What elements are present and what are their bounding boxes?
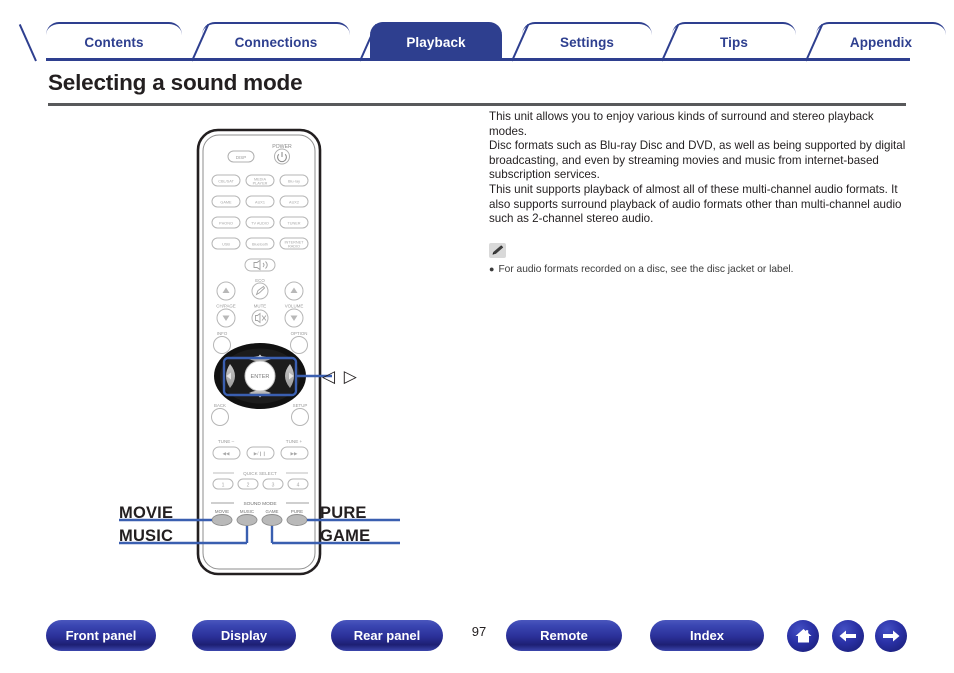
svg-text:Blu-ray: Blu-ray — [288, 180, 300, 184]
svg-text:RADIO: RADIO — [288, 245, 300, 249]
svg-text:CBL/SAT: CBL/SAT — [218, 180, 234, 184]
tab-playback[interactable]: Playback — [370, 22, 530, 62]
svg-text:PLAYER: PLAYER — [253, 182, 268, 186]
svg-text:TUNE –: TUNE – — [218, 439, 235, 444]
footer-button-display[interactable]: Display — [192, 620, 296, 651]
tab-appendix[interactable]: Appendix — [816, 22, 946, 60]
svg-text:TUNER: TUNER — [287, 222, 300, 226]
svg-text:AUX1: AUX1 — [255, 201, 265, 205]
footer-button-front-panel[interactable]: Front panel — [46, 620, 156, 651]
note-text: For audio formats recorded on a disc, se… — [498, 264, 794, 275]
footer-button-index[interactable]: Index — [650, 620, 764, 651]
section-tab-bar: Contents Connections Playback Settings T… — [18, 22, 946, 62]
page-number: 97 — [471, 624, 487, 639]
svg-text:PURE: PURE — [291, 509, 303, 514]
button-label: Remote — [540, 628, 588, 643]
callout-label-music: MUSIC — [119, 527, 174, 545]
svg-text:USB: USB — [222, 243, 230, 247]
body-text-column: This unit allows you to enjoy various ki… — [489, 110, 913, 227]
svg-text:◀◀: ◀◀ — [222, 451, 230, 456]
svg-text:MOVIE: MOVIE — [215, 509, 229, 514]
callout-label-movie: MOVIE — [119, 504, 174, 522]
body-paragraph-3: This unit supports playback of almost al… — [489, 182, 902, 226]
svg-text:AUX2: AUX2 — [289, 201, 299, 205]
svg-text:Bluetooth: Bluetooth — [252, 243, 268, 247]
svg-text:PHONO: PHONO — [219, 222, 233, 226]
tab-label: Playback — [406, 34, 466, 50]
svg-text:MUTE: MUTE — [254, 304, 267, 309]
tab-label: Contents — [84, 34, 144, 50]
svg-text:ENTER: ENTER — [251, 374, 270, 380]
tab-label: Tips — [720, 34, 748, 50]
button-label: Display — [220, 628, 268, 643]
body-paragraph-2: Disc formats such as Blu-ray Disc and DV… — [489, 139, 906, 182]
arrow-left-icon[interactable] — [832, 620, 864, 652]
tab-label: Appendix — [849, 34, 913, 50]
svg-text:GAME: GAME — [220, 201, 232, 205]
svg-text:SETUP: SETUP — [293, 403, 308, 408]
footer-button-remote[interactable]: Remote — [506, 620, 622, 651]
button-label: Rear panel — [353, 628, 421, 643]
bullet-icon: ● — [489, 264, 495, 274]
svg-text:MUSIC: MUSIC — [240, 509, 254, 514]
svg-text:ECO: ECO — [255, 278, 265, 283]
svg-text:BACK: BACK — [214, 403, 226, 408]
svg-text:TV AUDIO: TV AUDIO — [251, 222, 269, 226]
callout-label-cursor-keys: ◁ ▷ — [322, 367, 359, 386]
remote-dpad: ENTER — [214, 343, 306, 409]
callout-label-pure: PURE — [320, 504, 367, 522]
svg-text:1: 1 — [222, 482, 225, 488]
svg-text:QUICK SELECT: QUICK SELECT — [243, 471, 277, 476]
tab-connections[interactable]: Connections — [202, 22, 378, 62]
home-icon[interactable] — [787, 620, 819, 652]
svg-text:2: 2 — [247, 482, 250, 488]
pencil-icon — [489, 243, 506, 258]
callout-label-game: GAME — [320, 527, 371, 545]
svg-text:SOUND MODE: SOUND MODE — [243, 501, 276, 507]
note-list-item: ● For audio formats recorded on a disc, … — [489, 263, 913, 276]
svg-text:INFO: INFO — [217, 331, 228, 336]
title-divider — [48, 103, 906, 106]
button-label: Front panel — [65, 628, 137, 643]
footer-button-rear-panel[interactable]: Rear panel — [331, 620, 443, 651]
note-block: ● For audio formats recorded on a disc, … — [489, 243, 913, 276]
svg-text:▶▶: ▶▶ — [290, 451, 298, 456]
svg-text:3: 3 — [272, 482, 275, 488]
svg-text:DISP: DISP — [236, 155, 246, 160]
tab-label: Settings — [559, 34, 615, 50]
manual-page: Contents Connections Playback Settings T… — [0, 0, 954, 673]
tab-tips[interactable]: Tips — [672, 22, 824, 62]
tab-contents[interactable]: Contents — [18, 22, 210, 62]
svg-text:GAME: GAME — [266, 509, 279, 514]
tab-settings[interactable]: Settings — [522, 22, 680, 62]
svg-text:4: 4 — [297, 482, 300, 488]
svg-text:TUNE +: TUNE + — [286, 439, 303, 444]
page-title: Selecting a sound mode — [48, 70, 303, 95]
tab-label: Connections — [234, 34, 318, 50]
svg-text:CH/PAGE: CH/PAGE — [216, 304, 236, 309]
tab-divider-left — [18, 24, 37, 62]
body-paragraph-1: This unit allows you to enjoy various ki… — [489, 110, 874, 138]
arrow-right-icon[interactable] — [875, 620, 907, 652]
button-label: Index — [690, 628, 724, 643]
svg-text:VOLUME: VOLUME — [285, 304, 304, 309]
svg-text:OPTION: OPTION — [291, 331, 308, 336]
